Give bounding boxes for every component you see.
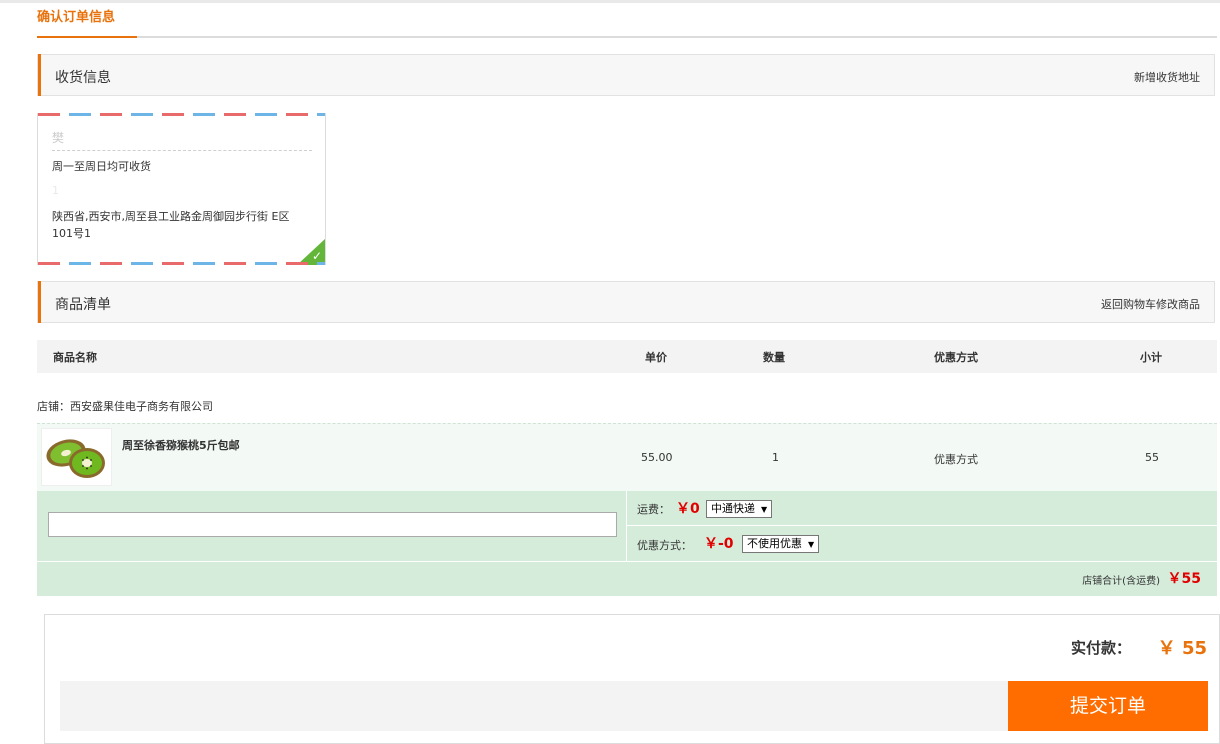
shipping-section-title: 收货信息 [55, 70, 111, 86]
check-icon: ✓ [311, 249, 322, 263]
dropdown-arrow-icon: ▼ [808, 540, 815, 549]
add-address-link[interactable]: 新增收货地址 [1134, 69, 1200, 85]
shop-total-amount: ￥55 [1167, 571, 1201, 587]
payment-label: 实付款： [1070, 639, 1131, 657]
extras-divider [627, 525, 1217, 526]
buyer-memo-input[interactable] [48, 512, 617, 537]
header-product-name: 商品名称 [53, 351, 97, 364]
shipping-method-select[interactable]: 中通快递 ▼ [706, 500, 773, 518]
goods-section-title: 商品清单 [55, 297, 111, 313]
extras-divider [37, 561, 1217, 562]
address-card[interactable]: 樊 周一至周日均可收货 1 陕西省,西安市,周至县工业路金周御园步行街 E区 1… [37, 113, 326, 265]
kiwi-fruit-image[interactable] [41, 428, 112, 486]
payment-summary: 实付款： ￥ 55 提交订单 [44, 614, 1220, 744]
header-subtotal: 小计 [1140, 351, 1162, 364]
header-discount: 优惠方式 [934, 351, 978, 364]
airmail-stripe-bottom [38, 262, 325, 265]
page-title: 确认订单信息 [37, 10, 116, 25]
shipping-fee-amount: ￥0 [676, 501, 700, 517]
title-divider [37, 36, 1217, 38]
product-subtotal: 55 [1145, 451, 1159, 464]
dropdown-arrow-icon: ▼ [761, 505, 768, 514]
header-quantity: 数量 [763, 351, 785, 364]
product-name[interactable]: 周至徐香猕猴桃5斤包邮 [122, 437, 240, 453]
coupon-label: 优惠方式： [637, 539, 692, 552]
coupon-amount: ￥-0 [704, 536, 734, 552]
product-price: 55.00 [641, 451, 673, 464]
submit-order-button[interactable]: 提交订单 [1008, 681, 1208, 731]
header-unit-price: 单价 [645, 351, 667, 364]
payment-amount: ￥ 55 [1157, 638, 1207, 659]
goods-section-header: 商品清单 返回购物车修改商品 [37, 281, 1215, 323]
coupon-option-value: 不使用优惠 [747, 537, 802, 550]
coupon-select[interactable]: 不使用优惠 ▼ [742, 535, 820, 553]
product-discount: 优惠方式 [934, 453, 978, 466]
recipient-address: 陕西省,西安市,周至县工业路金周御园步行街 E区 101号1 [52, 210, 290, 240]
section-accent [38, 54, 41, 96]
card-divider [52, 150, 312, 151]
product-row: 周至徐香猕猴桃5斤包邮 55.00 1 优惠方式 55 [37, 423, 1217, 492]
shipping-fee-label: 运费： [637, 503, 670, 516]
shipping-method-value: 中通快递 [711, 502, 755, 515]
section-accent [38, 281, 41, 323]
back-to-cart-link[interactable]: 返回购物车修改商品 [1101, 296, 1200, 312]
product-quantity: 1 [772, 451, 779, 464]
receive-time: 周一至周日均可收货 [52, 160, 151, 173]
shipping-section-header: 收货信息 新增收货地址 [37, 54, 1215, 96]
goods-table-header: 商品名称 单价 数量 优惠方式 小计 [37, 340, 1217, 373]
shop-name: 店铺：西安盛果佳电子商务有限公司 [37, 400, 213, 413]
top-border [0, 0, 1220, 3]
airmail-stripe-top [38, 113, 325, 116]
shop-total-label: 店铺合计(含运费) [1082, 576, 1160, 587]
recipient-name: 樊 [52, 131, 65, 145]
title-active-underline [37, 36, 137, 38]
order-extras: 运费： ￥0 中通快递 ▼ 优惠方式： ￥-0 不使用优惠 ▼ 店铺合计(含运费) … [37, 491, 1217, 596]
recipient-phone: 1 [52, 184, 59, 197]
extras-divider [626, 491, 627, 561]
